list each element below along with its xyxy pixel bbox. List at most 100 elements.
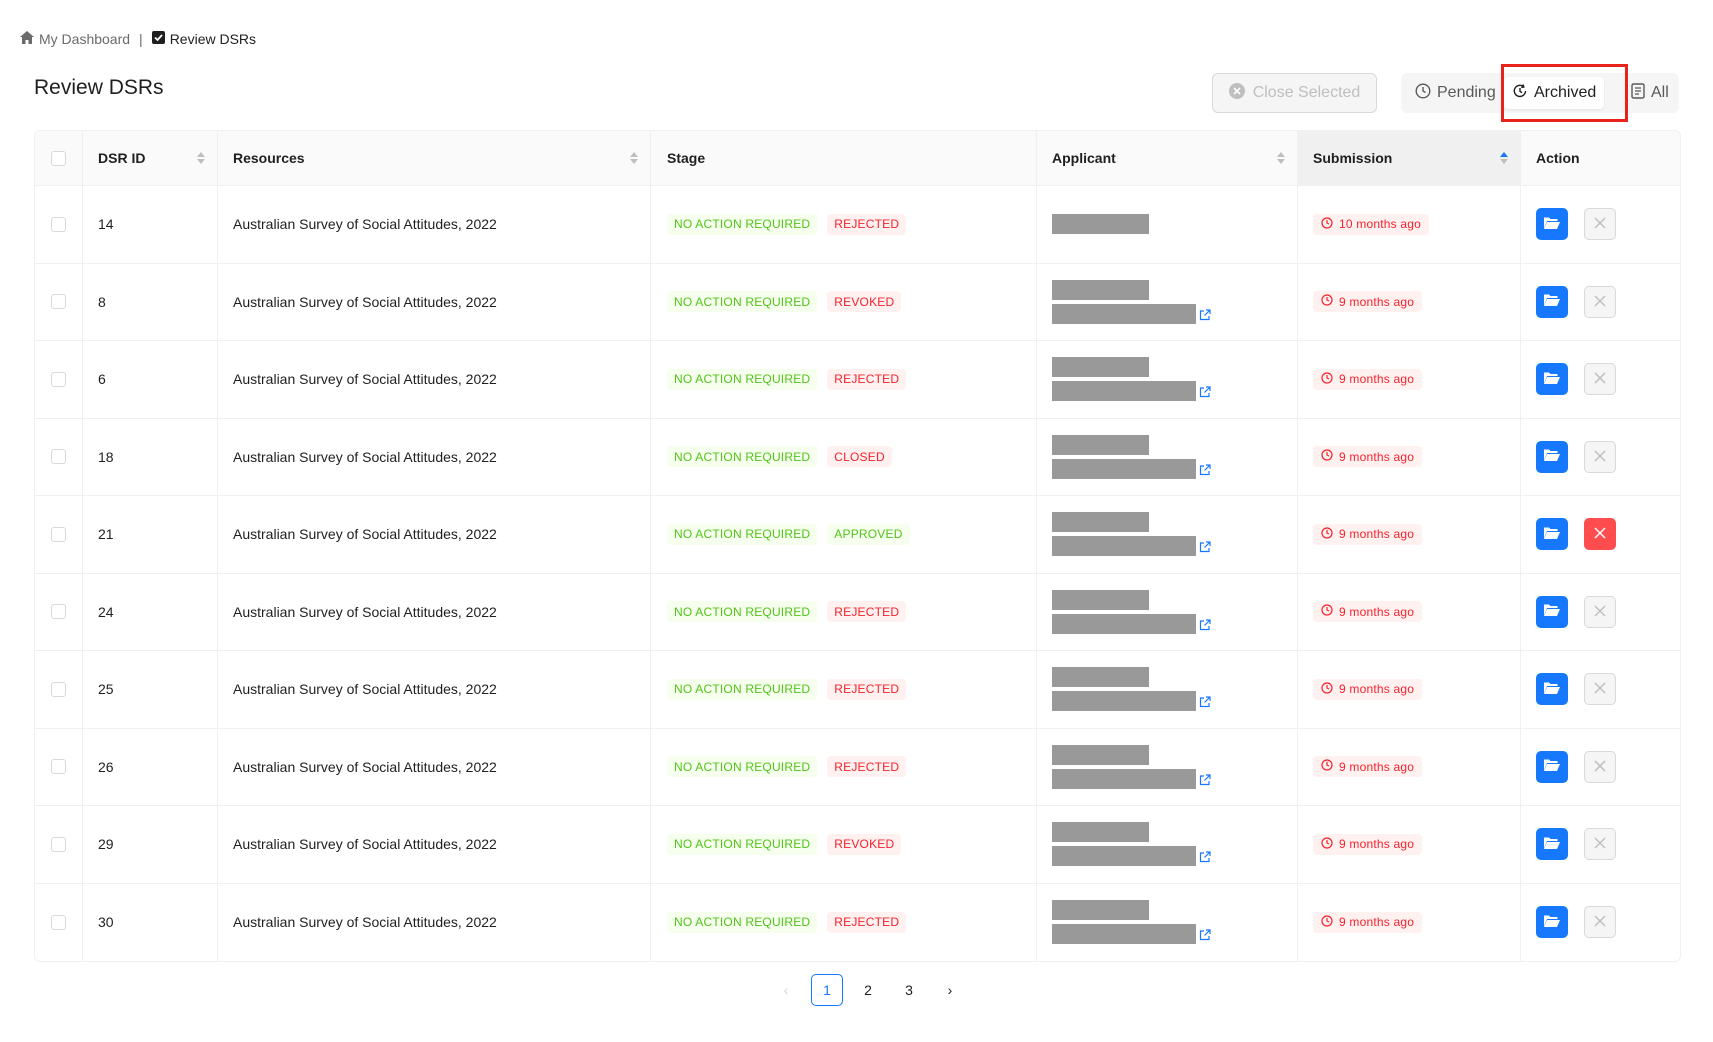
filter-all-label: All <box>1651 84 1669 101</box>
redacted-applicant-email <box>1052 381 1196 402</box>
filter-all[interactable]: All <box>1623 77 1677 109</box>
open-folder-button[interactable] <box>1536 906 1568 939</box>
sort-icon[interactable] <box>1277 152 1285 164</box>
document-icon <box>1631 82 1645 104</box>
clock-icon <box>1321 217 1333 232</box>
sort-icon[interactable] <box>197 152 205 164</box>
external-link-icon[interactable] <box>1199 928 1211 944</box>
submission-time-tag: 9 months ago <box>1313 678 1423 700</box>
close-dsr-button[interactable] <box>1584 363 1616 396</box>
submission-cell: 9 months ago <box>1298 341 1521 418</box>
row-checkbox[interactable] <box>51 526 66 542</box>
external-link-icon[interactable] <box>1199 463 1211 479</box>
close-selected-label: Close Selected <box>1252 84 1361 101</box>
action-cell <box>1521 264 1680 341</box>
external-link-icon[interactable] <box>1199 695 1211 711</box>
pagination-next-button[interactable]: › <box>934 974 966 1006</box>
close-icon <box>1594 914 1606 930</box>
column-header-resources[interactable]: Resources <box>218 131 651 185</box>
row-checkbox[interactable] <box>51 604 66 620</box>
submission-time-tag: 9 months ago <box>1313 446 1423 468</box>
column-header-submission[interactable]: Submission <box>1298 131 1521 185</box>
external-link-icon[interactable] <box>1199 773 1211 789</box>
row-checkbox[interactable] <box>51 914 66 930</box>
submission-time-label: 9 months ago <box>1339 449 1415 464</box>
select-all-checkbox[interactable] <box>51 150 66 166</box>
filter-archived[interactable]: Archived <box>1504 77 1605 109</box>
close-dsr-button[interactable] <box>1584 285 1616 318</box>
open-folder-button[interactable] <box>1536 208 1568 241</box>
row-checkbox-cell <box>35 263 83 340</box>
breadcrumb-home[interactable]: My Dashboard <box>20 31 130 47</box>
external-link-icon[interactable] <box>1199 618 1211 634</box>
row-checkbox[interactable] <box>51 216 66 232</box>
submission-time-tag: 9 months ago <box>1313 756 1423 778</box>
stage-tag: NO ACTION REQUIRED <box>667 446 818 468</box>
column-header-applicant[interactable]: Applicant <box>1037 131 1298 185</box>
sort-icon[interactable] <box>1500 152 1508 164</box>
submission-cell: 9 months ago <box>1298 806 1521 883</box>
external-link-icon[interactable] <box>1199 308 1211 324</box>
submission-time-label: 9 months ago <box>1339 682 1415 697</box>
close-dsr-button[interactable] <box>1584 673 1616 706</box>
close-dsr-button[interactable] <box>1584 518 1616 551</box>
row-checkbox[interactable] <box>51 449 66 465</box>
dsr-id-cell: 24 <box>83 573 218 650</box>
row-checkbox[interactable] <box>51 371 66 387</box>
column-header-dsr-id[interactable]: DSR ID <box>83 131 218 185</box>
action-cell <box>1521 884 1680 962</box>
redacted-applicant-name <box>1052 589 1149 610</box>
external-link-icon[interactable] <box>1199 385 1211 401</box>
open-folder-button[interactable] <box>1536 828 1568 861</box>
row-checkbox[interactable] <box>51 759 66 775</box>
close-dsr-button[interactable] <box>1584 750 1616 783</box>
status-tag: REJECTED <box>827 911 907 933</box>
submission-time-tag: 9 months ago <box>1313 291 1423 313</box>
table-header: DSR ID Resources Stage Applicant Submiss… <box>35 131 1680 186</box>
open-folder-button[interactable] <box>1536 363 1568 396</box>
close-dsr-button[interactable] <box>1584 208 1616 241</box>
sort-icon[interactable] <box>630 152 638 164</box>
pagination-page-1[interactable]: 1 <box>811 974 843 1006</box>
redacted-applicant-name <box>1052 667 1149 688</box>
close-dsr-button[interactable] <box>1584 906 1616 939</box>
folder-open-icon <box>1543 293 1561 310</box>
folder-open-icon <box>1543 371 1561 388</box>
applicant-email-line <box>1052 846 1211 867</box>
filter-pending[interactable]: Pending <box>1407 77 1504 109</box>
applicant-cell <box>1037 496 1298 573</box>
row-checkbox[interactable] <box>51 294 66 310</box>
submission-time-tag: 9 months ago <box>1313 833 1423 855</box>
applicant-email-line <box>1052 303 1211 324</box>
external-link-icon[interactable] <box>1199 540 1211 556</box>
open-folder-button[interactable] <box>1536 750 1568 783</box>
table-body: 14 Australian Survey of Social Attitudes… <box>35 186 1680 961</box>
open-folder-button[interactable] <box>1536 440 1568 473</box>
pagination-prev-button[interactable]: ‹ <box>770 974 802 1006</box>
pagination-page-3[interactable]: 3 <box>893 974 925 1006</box>
open-folder-button[interactable] <box>1536 673 1568 706</box>
dsr-table: DSR ID Resources Stage Applicant Submiss… <box>34 130 1681 962</box>
open-folder-button[interactable] <box>1536 595 1568 628</box>
close-selected-button[interactable]: Close Selected <box>1212 73 1377 113</box>
applicant-cell <box>1037 186 1298 263</box>
resource-cell: Australian Survey of Social Attitudes, 2… <box>218 263 651 340</box>
pagination-page-2[interactable]: 2 <box>852 974 884 1006</box>
breadcrumb-current: Review DSRs <box>151 31 256 47</box>
clock-icon <box>1321 372 1333 387</box>
clock-icon <box>1321 449 1333 464</box>
external-link-icon[interactable] <box>1199 850 1211 866</box>
column-header-label: Stage <box>667 150 706 166</box>
action-cell <box>1521 496 1680 573</box>
row-checkbox[interactable] <box>51 836 66 852</box>
column-header-label: Submission <box>1313 150 1393 166</box>
redacted-applicant-email <box>1052 303 1196 324</box>
open-folder-button[interactable] <box>1536 518 1568 551</box>
close-dsr-button[interactable] <box>1584 828 1616 861</box>
row-checkbox-cell <box>35 728 83 805</box>
open-folder-button[interactable] <box>1536 285 1568 318</box>
row-checkbox[interactable] <box>51 681 66 697</box>
close-dsr-button[interactable] <box>1584 595 1616 628</box>
close-dsr-button[interactable] <box>1584 440 1616 473</box>
stage-tag: NO ACTION REQUIRED <box>667 601 818 623</box>
